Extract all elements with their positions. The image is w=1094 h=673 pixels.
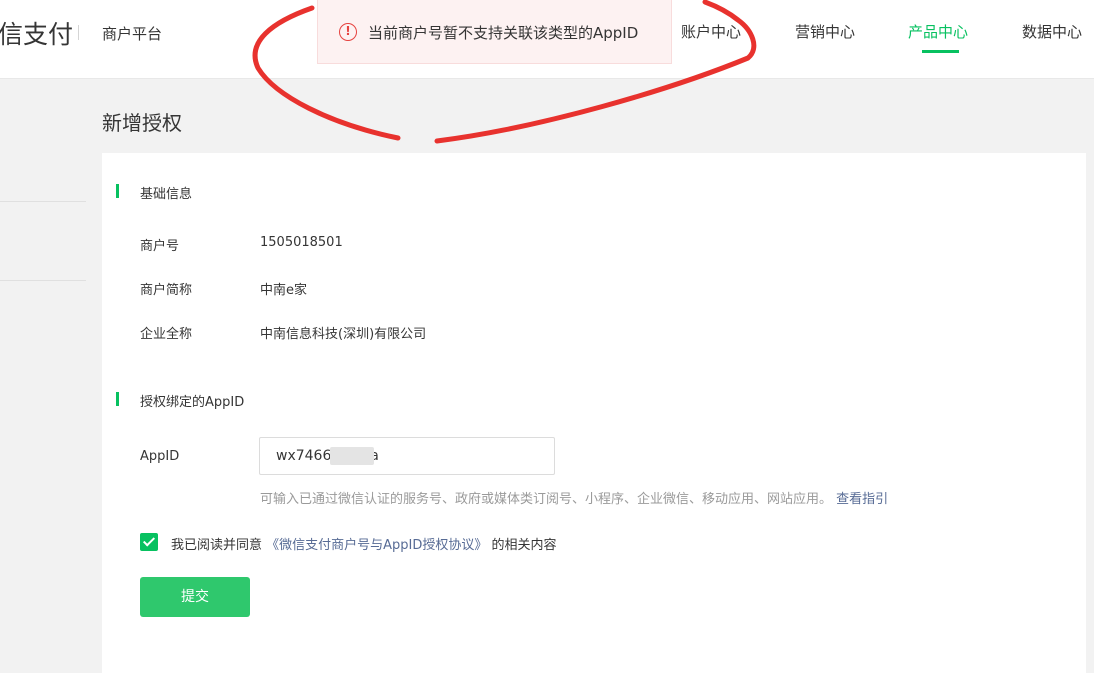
nav-product-center[interactable]: 产品中心 (908, 21, 968, 42)
short-name-label: 商户简称 (140, 283, 193, 298)
agreement-suffix: 的相关内容 (491, 538, 557, 553)
section-heading-basic-info: 基础信息 (116, 183, 193, 202)
agreement-prefix: 我已阅读并同意 (171, 538, 263, 553)
merchant-id-label: 商户号 (140, 239, 180, 254)
error-toast: ! 当前商户号暂不支持关联该类型的AppID (317, 0, 672, 64)
agreement-text: 我已阅读并同意 《微信支付商户号与AppID授权协议》 的相关内容 (171, 534, 557, 553)
appid-label: AppID (140, 449, 180, 464)
full-name-label: 企业全称 (140, 327, 193, 342)
appid-hint: 可输入已通过微信认证的服务号、政府或媒体类订阅号、小程序、企业微信、移动应用、网… (260, 488, 888, 507)
merchant-id-value: 1505018501 (260, 235, 343, 250)
nav-marketing-center[interactable]: 营销中心 (795, 21, 855, 42)
nav-data-center[interactable]: 数据中心 (1022, 21, 1082, 42)
sidebar-divider (0, 280, 86, 281)
section-heading-label: 基础信息 (140, 187, 193, 202)
section-heading-appid: 授权绑定的AppID (116, 391, 245, 410)
platform-name: 商户平台 (102, 25, 163, 43)
full-name-value: 中南信息科技(深圳)有限公司 (260, 327, 427, 342)
agreement-link[interactable]: 《微信支付商户号与AppID授权协议》 (266, 538, 487, 553)
page-title: 新增授权 (102, 111, 182, 135)
section-heading-label: 授权绑定的AppID (140, 395, 245, 410)
nav-active-indicator (922, 50, 959, 53)
hint-text: 可输入已通过微信认证的服务号、政府或媒体类订阅号、小程序、企业微信、移动应用、网… (260, 492, 833, 507)
brand-divider (78, 25, 79, 40)
short-name-value: 中南e家 (260, 283, 307, 298)
section-accent-bar (116, 184, 119, 198)
agreement-checkbox[interactable] (140, 533, 158, 551)
view-guide-link[interactable]: 查看指引 (836, 492, 888, 507)
toast-message: 当前商户号暂不支持关联该类型的AppID (368, 24, 639, 42)
appid-input[interactable]: wx7466 86c6a (259, 437, 555, 475)
section-accent-bar (116, 392, 119, 406)
sidebar-divider (0, 201, 86, 202)
brand-logo[interactable]: 信支付 (0, 15, 73, 51)
redaction-mask (330, 447, 374, 465)
alert-circle-icon: ! (339, 23, 357, 41)
submit-button[interactable]: 提交 (140, 577, 250, 617)
nav-account-center[interactable]: 账户中心 (681, 21, 741, 42)
